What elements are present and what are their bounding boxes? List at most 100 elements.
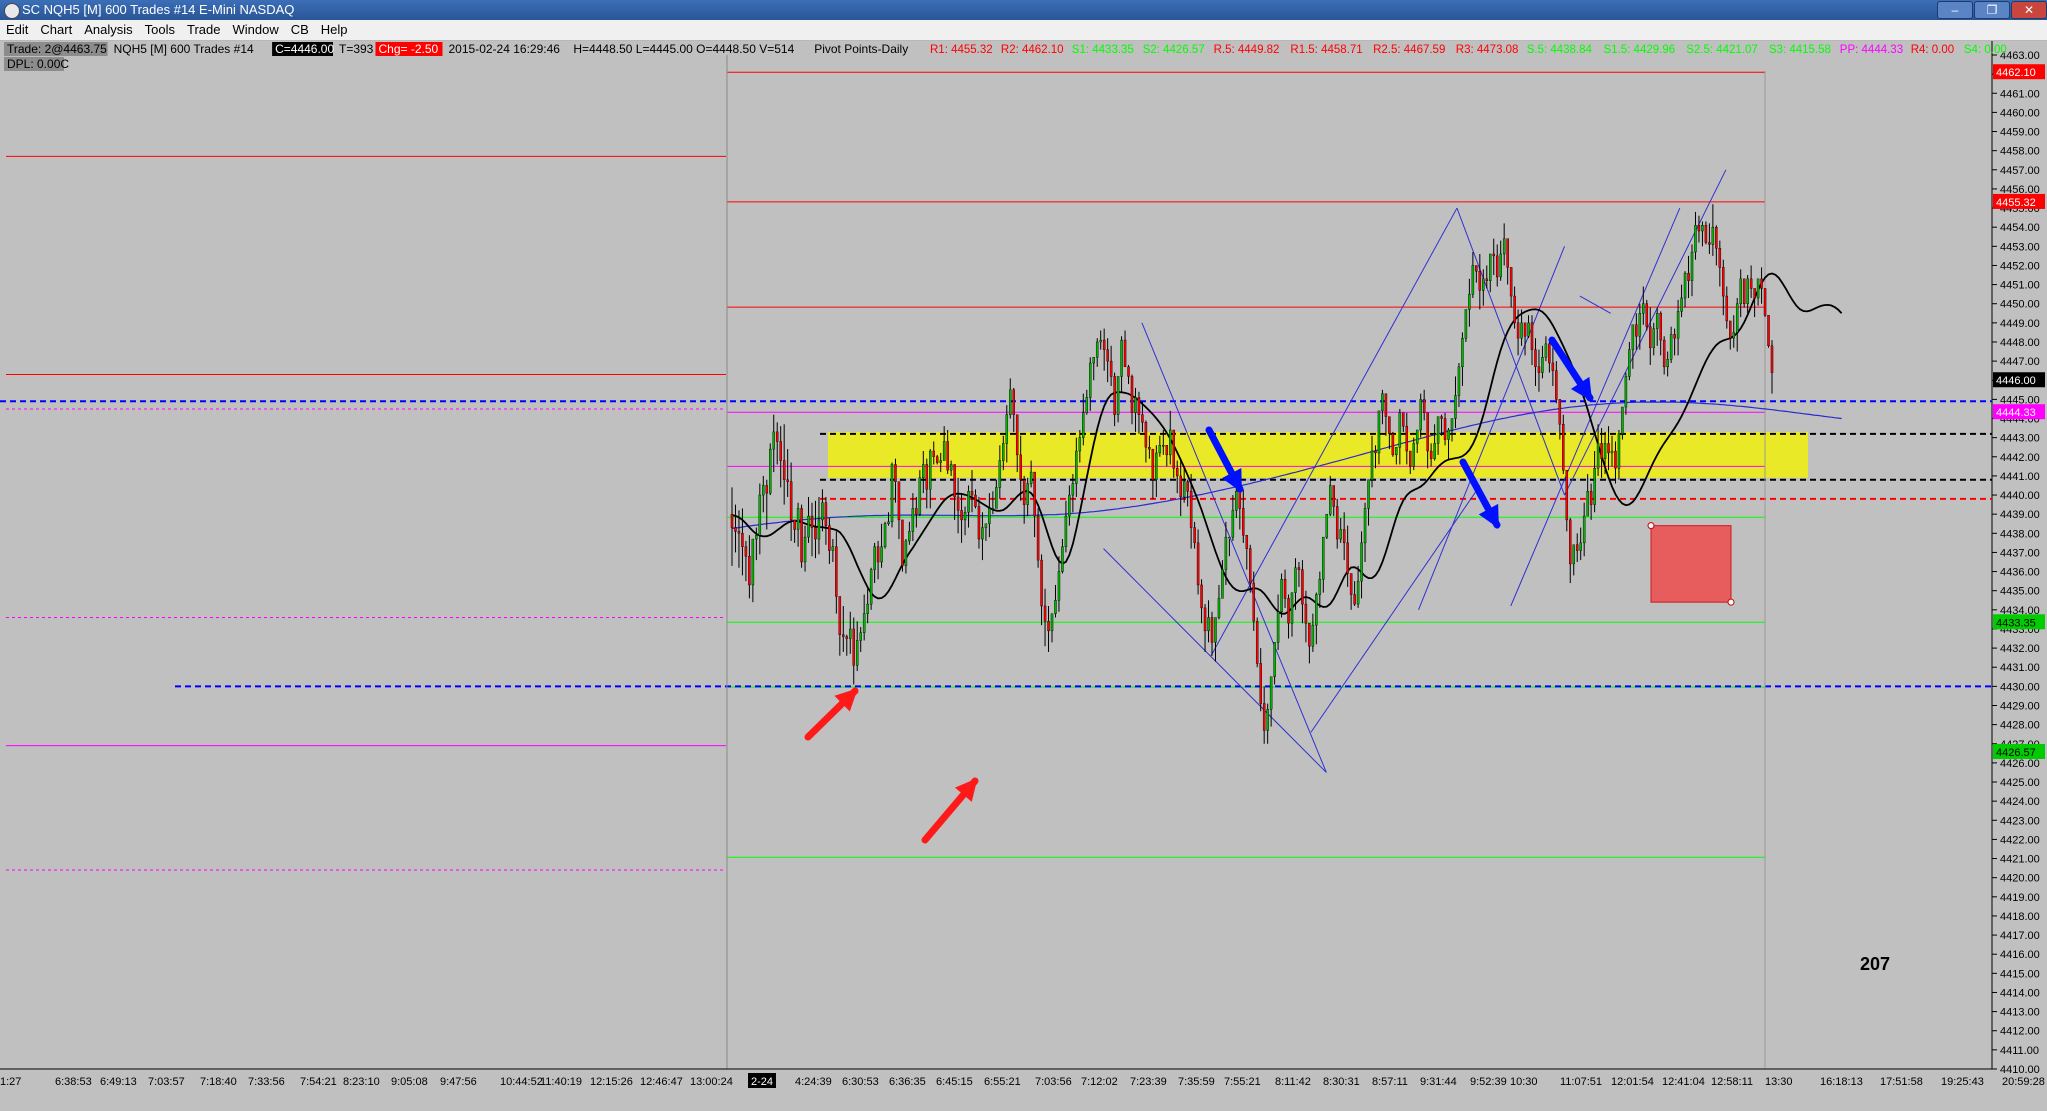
price-label-badge: 4462.10: [1993, 64, 2045, 80]
header-pivot-value: R3: 4473.08: [1456, 44, 1519, 56]
candle-body-down: [1127, 366, 1130, 377]
candle-body-down: [1485, 278, 1489, 281]
candle-body-down: [932, 450, 935, 457]
header-trade: Trade: 2@4463.75: [7, 42, 107, 56]
candle-body-down: [1506, 238, 1509, 268]
menu-tools[interactable]: Tools: [139, 20, 181, 40]
menu-cb[interactable]: CB: [285, 20, 315, 40]
candle-body-down: [1722, 267, 1725, 297]
candle-body-down: [1210, 617, 1214, 643]
candle-body-up: [1457, 366, 1461, 396]
y-tick-label: 4412.00: [2000, 1026, 2040, 1038]
candle-body-down: [1635, 324, 1638, 337]
candle-body-down: [1443, 418, 1447, 440]
candle-body-up: [1464, 309, 1468, 339]
header-symbol: NQH5 [M] 600 Trades #14: [114, 42, 254, 56]
candle: [890, 462, 894, 528]
candle-body-down: [1200, 584, 1203, 609]
menu-analysis[interactable]: Analysis: [78, 20, 138, 40]
header-pivot-value: S1: 4433.35: [1072, 44, 1134, 56]
price-label-badge: 4446.00: [1993, 372, 2045, 388]
price-label-text: 4446.00: [1996, 375, 2036, 387]
candle-body-down: [1019, 454, 1022, 480]
menu-edit[interactable]: Edit: [0, 20, 34, 40]
candle: [1391, 431, 1395, 457]
minimize-button[interactable]: –: [1937, 1, 1973, 19]
candle-body-up: [967, 491, 970, 513]
candle-body-up: [1735, 303, 1739, 333]
candle-body-down: [1534, 349, 1537, 368]
candle-body-up: [1095, 341, 1099, 358]
candle-body-up: [1085, 397, 1089, 413]
x-tick-label: 20:59:28: [2002, 1076, 2045, 1088]
candle-body-down: [1137, 397, 1141, 415]
y-tick-label: 4428.00: [2000, 720, 2040, 732]
candle-body-down: [977, 506, 981, 540]
candle-body-down: [1662, 339, 1666, 368]
y-tick-label: 4460.00: [2000, 107, 2040, 119]
candle-body-down: [1151, 448, 1155, 480]
candle-body-up: [821, 502, 824, 521]
candle-body-up: [991, 508, 995, 510]
candle-body-up: [1029, 471, 1033, 484]
candle-body-down: [1687, 272, 1690, 281]
menu-window[interactable]: Window: [226, 20, 284, 40]
price-label-text: 4433.35: [1996, 617, 2036, 629]
menu-help[interactable]: Help: [315, 20, 354, 40]
candle-body-up: [1756, 278, 1760, 299]
x-tick-label: 13:30: [1765, 1076, 1793, 1088]
candle-body-down: [744, 546, 748, 557]
y-tick-label: 4436.00: [2000, 567, 2040, 579]
y-tick-label: 4447.00: [2000, 356, 2040, 368]
y-tick-label: 4457.00: [2000, 165, 2040, 177]
menu-chart[interactable]: Chart: [34, 20, 78, 40]
candle-body-up: [1527, 322, 1530, 337]
close-button[interactable]: ✕: [2011, 1, 2047, 19]
candle-body-down: [1106, 349, 1109, 362]
candle-body-up: [1433, 443, 1436, 459]
candle-body-up: [1075, 450, 1078, 484]
candle-body-down: [1742, 278, 1746, 304]
candle-body-down: [1475, 265, 1478, 272]
x-tick-label: 16:18:13: [1820, 1076, 1863, 1088]
maximize-button[interactable]: ❐: [1974, 1, 2010, 19]
y-tick-label: 4414.00: [2000, 987, 2040, 999]
candle-body-down: [1193, 527, 1196, 544]
candle-body-up: [1294, 567, 1297, 593]
price-chart[interactable]: 4410.00 4411.00 4412.00 4413.00 4414.00 4415.…: [0, 41, 2047, 1111]
candle-body-down: [1040, 559, 1043, 607]
menu-trade[interactable]: Trade: [181, 20, 226, 40]
candle-body-up: [817, 519, 821, 540]
header-pivot-value: R2: 4462.10: [1001, 44, 1064, 56]
candle-body-up: [1311, 624, 1315, 647]
candle-body-up: [866, 603, 869, 614]
candle-body-down: [1704, 225, 1708, 243]
candle-body-up: [1266, 709, 1269, 731]
candle-body-down: [953, 464, 956, 498]
x-tick-label: 12:46:47: [640, 1076, 683, 1088]
candle-body-down: [737, 531, 741, 534]
candle-body-up: [1057, 571, 1061, 601]
candle-body-up: [887, 521, 890, 524]
price-label-text: 4444.33: [1996, 407, 2036, 419]
y-tick-label: 4416.00: [2000, 949, 2040, 961]
candle-body-up: [1280, 579, 1283, 612]
candle-body-down: [1516, 322, 1520, 339]
header-pivot-value: R1: 4455.32: [930, 44, 993, 56]
candle-body-down: [1196, 542, 1200, 586]
candle-body-down: [789, 481, 793, 521]
x-tick-label: 7:54:21: [300, 1076, 337, 1088]
candle-body-up: [1596, 443, 1600, 469]
candle-body-up: [1360, 542, 1363, 582]
candle-body-up: [1134, 397, 1137, 413]
candle-body-up: [803, 536, 807, 563]
candle: [1767, 314, 1770, 348]
candle-body-down: [1523, 322, 1527, 337]
window-titlebar: SC NQH5 [M] 600 Trades #14 E-Mini NASDAQ…: [0, 0, 2047, 20]
candle-body-up: [1050, 613, 1054, 632]
candle-body-up: [855, 640, 859, 666]
candle-body-down: [1555, 370, 1558, 400]
y-tick-label: 4426.00: [2000, 758, 2040, 770]
candle-body-up: [1054, 600, 1057, 614]
candle: [1464, 309, 1468, 342]
